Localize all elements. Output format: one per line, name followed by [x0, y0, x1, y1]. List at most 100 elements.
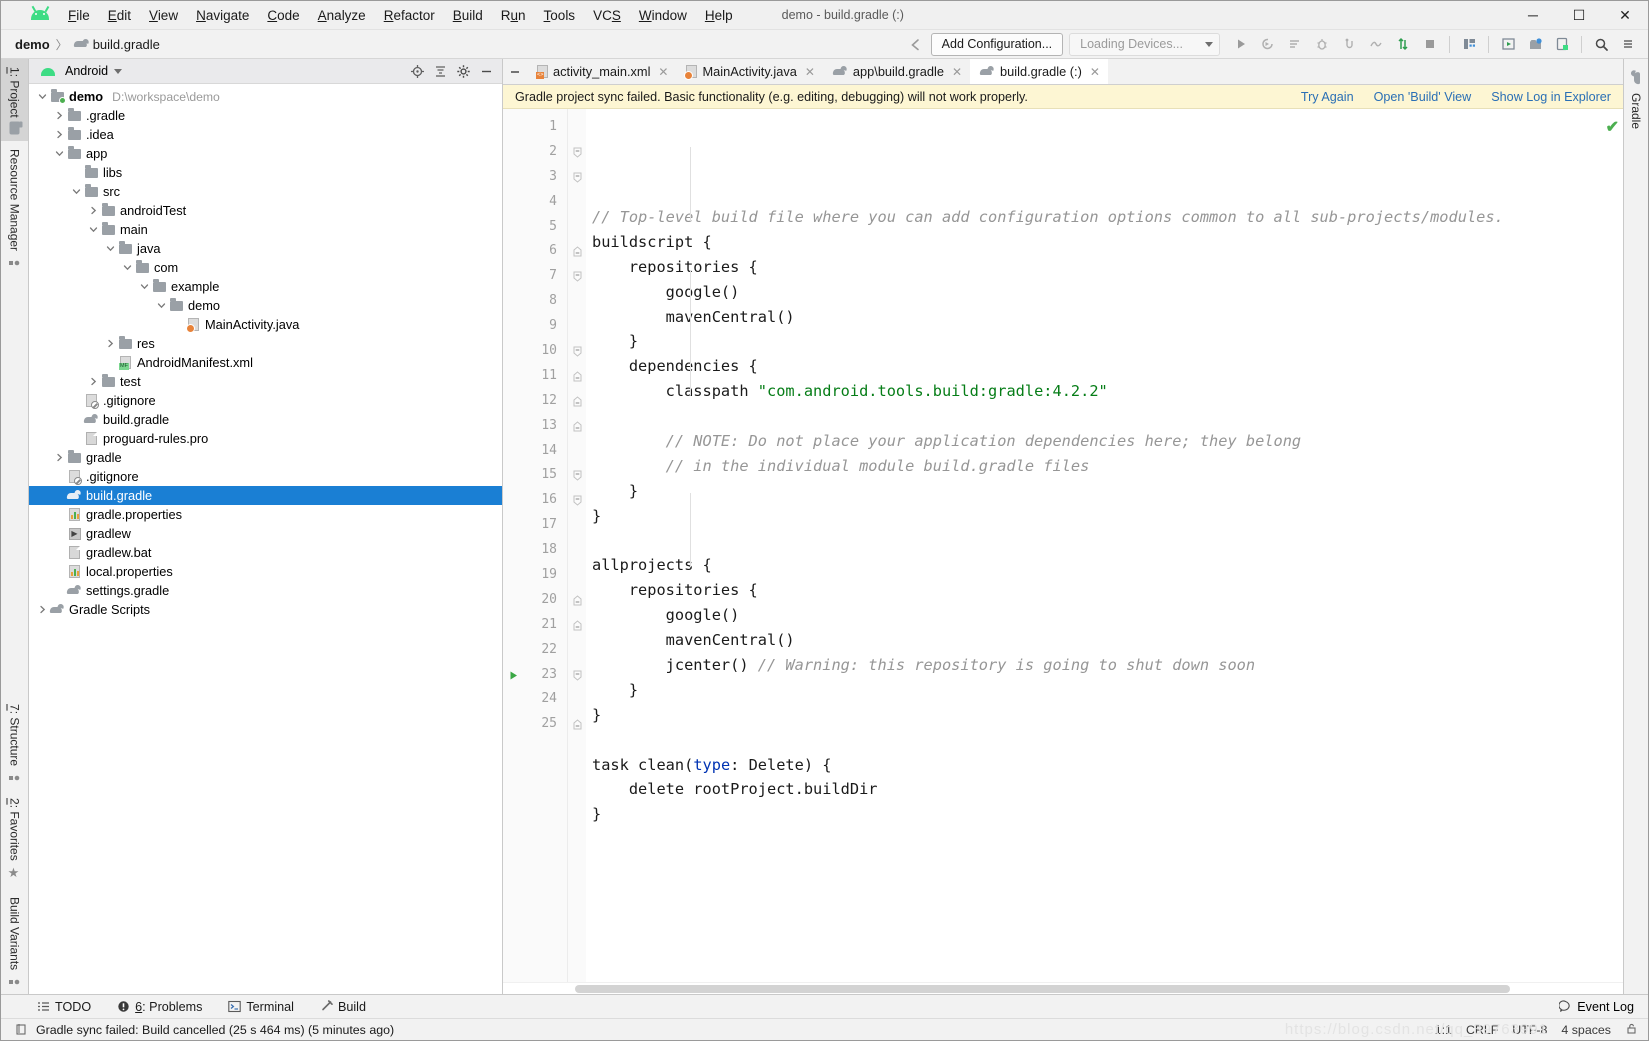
chevron-right-icon[interactable] [35, 605, 49, 614]
tree-node-gradlew-bat[interactable]: gradlew.bat [29, 543, 502, 562]
rail-tab-1-project[interactable]: 1: Project [1, 59, 28, 141]
tree-node-java[interactable]: java [29, 239, 502, 258]
chevron-right-icon[interactable] [103, 339, 117, 348]
stop-icon[interactable] [1418, 33, 1442, 55]
fold-line[interactable] [568, 488, 586, 513]
gutter-line[interactable]: 16 [503, 488, 567, 513]
close-icon[interactable]: ✕ [805, 65, 815, 79]
gutter-line[interactable]: 22 [503, 638, 567, 663]
profiler-icon[interactable] [1364, 33, 1388, 55]
indent-setting[interactable]: 4 spaces [1561, 1023, 1611, 1037]
menu-item-run[interactable]: Run [492, 5, 535, 26]
tree-node-mainactivity-java[interactable]: MainActivity.java [29, 315, 502, 334]
tree-node-demo[interactable]: demo D:\workspace\demo [29, 87, 502, 106]
code-folding-column[interactable] [568, 109, 586, 982]
tree-node-com[interactable]: com [29, 258, 502, 277]
event-log-button[interactable]: Event Log [1559, 1000, 1634, 1014]
gutter-line[interactable]: 21 [503, 613, 567, 638]
code-editor[interactable]: 1 2 3 4 5 6 7 8 9 10 11 12 13 14 15 16 17 18 19 20 21 22 23 24 2… [503, 109, 1623, 982]
editor-gutter[interactable]: 1 2 3 4 5 6 7 8 9 10 11 12 13 14 15 16 17 18 19 20 21 22 23 24 2… [503, 109, 568, 982]
hide-tabs-icon[interactable] [503, 59, 527, 84]
editor-horizontal-scrollbar[interactable] [503, 982, 1623, 994]
more-options-icon[interactable] [1616, 33, 1640, 55]
fold-line[interactable] [568, 663, 586, 688]
gutter-line[interactable]: 11 [503, 364, 567, 389]
tree-node-demo[interactable]: demo [29, 296, 502, 315]
gutter-line[interactable]: 4 [503, 190, 567, 215]
tree-node-libs[interactable]: libs [29, 163, 502, 182]
locate-file-icon[interactable] [408, 62, 427, 81]
menu-item-file[interactable]: File [59, 5, 99, 26]
notification-link-show-log-in-explorer[interactable]: Show Log in Explorer [1491, 90, 1611, 104]
fold-start-icon[interactable] [572, 669, 583, 681]
gutter-line[interactable]: 1 [503, 115, 567, 140]
run-with-coverage-icon[interactable] [1283, 33, 1307, 55]
rail-tab-resource-manager[interactable]: Resource Manager [1, 141, 28, 275]
menu-item-view[interactable]: View [140, 5, 187, 26]
tree-node-build-gradle[interactable]: build.gradle [29, 486, 502, 505]
menu-item-code[interactable]: Code [258, 5, 308, 26]
fold-line[interactable] [568, 588, 586, 613]
tree-node-gradlew[interactable]: ▶ gradlew [29, 524, 502, 543]
notification-link-try-again[interactable]: Try Again [1301, 90, 1354, 104]
gutter-line[interactable]: 25 [503, 712, 567, 737]
chevron-down-icon[interactable] [103, 244, 117, 253]
gutter-line[interactable]: 13 [503, 414, 567, 439]
breadcrumb-file[interactable]: build.gradle [74, 37, 160, 52]
chevron-right-icon[interactable] [52, 111, 66, 120]
rail-tab-2-favorites[interactable]: 2: Favorites ★ [1, 790, 28, 889]
fold-line[interactable] [568, 140, 586, 165]
fold-start-icon[interactable] [572, 494, 583, 507]
chevron-down-icon[interactable] [35, 92, 49, 101]
chevron-down-icon[interactable] [154, 301, 168, 310]
gutter-line[interactable]: 12 [503, 389, 567, 414]
fold-start-icon[interactable] [572, 270, 583, 283]
tree-node-gradle-properties[interactable]: gradle.properties [29, 505, 502, 524]
bottom-tab-build[interactable]: Build [320, 1000, 366, 1014]
layout-inspector-icon[interactable] [1550, 33, 1574, 55]
menu-item-vcs[interactable]: VCS [584, 5, 630, 26]
run-icon[interactable] [1229, 33, 1253, 55]
run-gutter-icon[interactable] [503, 670, 523, 681]
chevron-right-icon[interactable] [86, 206, 100, 215]
chevron-down-icon[interactable] [120, 263, 134, 272]
minimize-button[interactable]: ─ [1510, 1, 1556, 30]
chevron-down-icon[interactable] [69, 187, 83, 196]
editor-inspection-scrollbar[interactable]: ✔ [1606, 109, 1623, 982]
tree-node-src[interactable]: src [29, 182, 502, 201]
fold-line[interactable] [568, 239, 586, 264]
tree-node-build-gradle[interactable]: build.gradle [29, 410, 502, 429]
fold-line[interactable] [568, 339, 586, 364]
fold-start-icon[interactable] [572, 345, 583, 357]
settings-gear-icon[interactable] [454, 62, 473, 81]
gutter-line[interactable]: 14 [503, 439, 567, 464]
tree-node-gradle[interactable]: gradle [29, 448, 502, 467]
bottom-tab-todo[interactable]: TODO [37, 1000, 91, 1014]
fold-end-icon[interactable] [572, 420, 583, 432]
gutter-line[interactable]: 20 [503, 588, 567, 613]
rail-tab-gradle[interactable]: Gradle [1624, 67, 1649, 133]
gutter-line[interactable]: 7 [503, 264, 567, 289]
fold-line[interactable] [568, 613, 586, 638]
editor-tab-mainactivity-java[interactable]: MainActivity.java ✕ [676, 59, 822, 84]
editor-tab-app-build-gradle[interactable]: app\build.gradle ✕ [823, 59, 970, 84]
tree-node-idea[interactable]: .idea [29, 125, 502, 144]
gutter-line[interactable]: 19 [503, 563, 567, 588]
close-icon[interactable]: ✕ [1090, 65, 1100, 79]
tree-node-gitignore[interactable]: .gitignore [29, 467, 502, 486]
fold-line[interactable] [568, 165, 586, 190]
tree-node-gradle[interactable]: .gradle [29, 106, 502, 125]
menu-item-window[interactable]: Window [630, 5, 696, 26]
notification-link-open-build-view[interactable]: Open 'Build' View [1374, 90, 1472, 104]
menu-item-analyze[interactable]: Analyze [309, 5, 375, 26]
tree-node-androidtest[interactable]: androidTest [29, 201, 502, 220]
avd-manager-icon[interactable] [1496, 33, 1520, 55]
chevron-right-icon[interactable] [52, 453, 66, 462]
tree-node-app[interactable]: app [29, 144, 502, 163]
line-separator[interactable]: CRLF [1466, 1023, 1498, 1037]
fold-end-icon[interactable] [572, 245, 583, 257]
rail-tab-build-variants[interactable]: Build Variants [1, 889, 28, 994]
back-arrow-icon[interactable] [904, 33, 928, 55]
gutter-line[interactable]: 24 [503, 687, 567, 712]
add-configuration-button[interactable]: Add Configuration... [930, 32, 1064, 56]
